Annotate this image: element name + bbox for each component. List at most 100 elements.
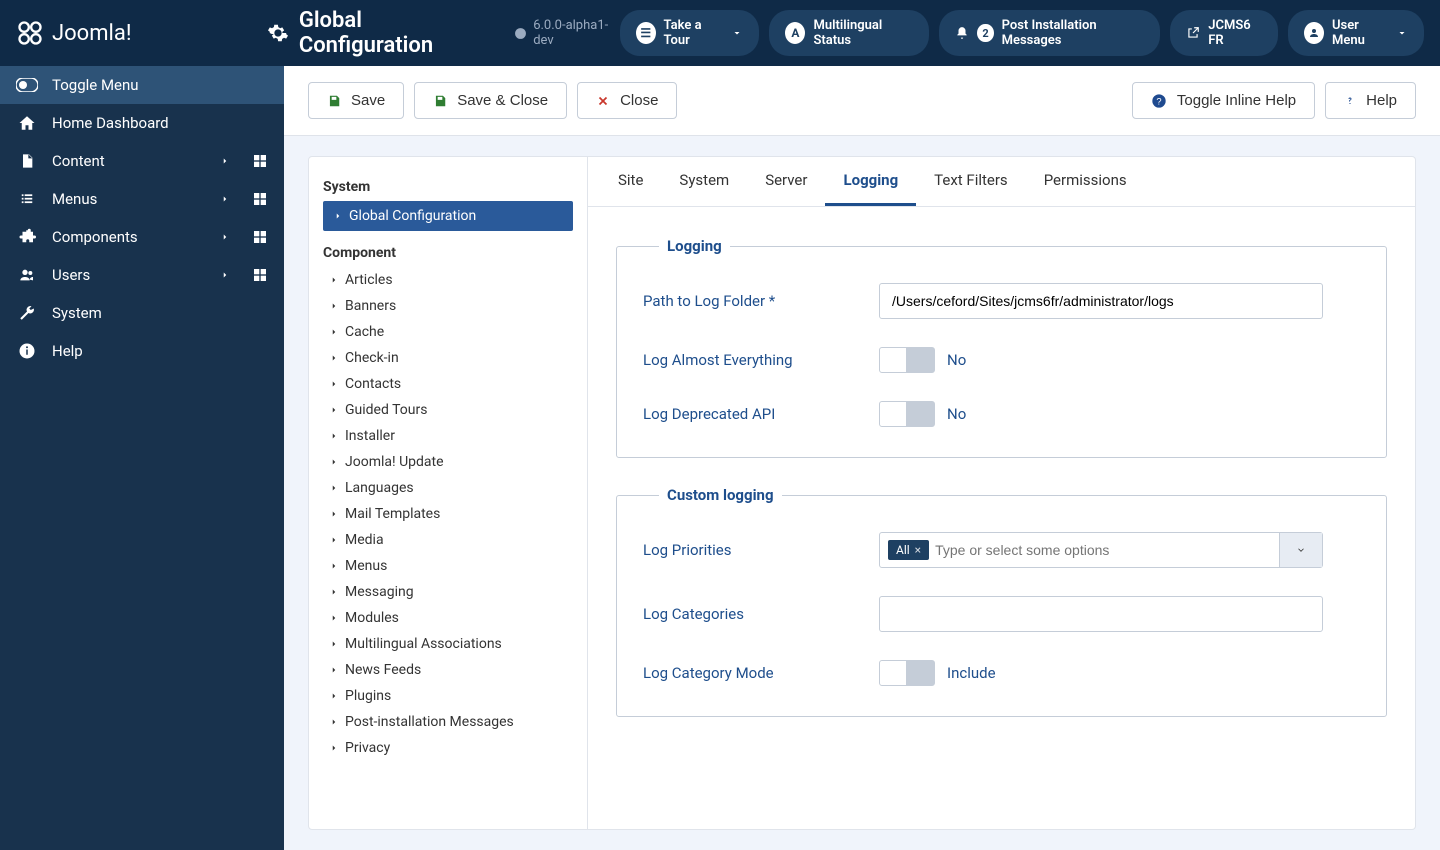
log-priorities-multiselect[interactable]: All × — [879, 532, 1323, 568]
custom-logging-legend: Custom logging — [659, 486, 782, 504]
component-nav-panel: System Global Configuration Component Ar… — [308, 156, 588, 830]
save-close-button[interactable]: Save & Close — [414, 82, 567, 119]
sidebar-item-menus[interactable]: Menus — [0, 180, 284, 218]
nav-item-media[interactable]: Media — [323, 527, 573, 553]
save-button[interactable]: Save — [308, 82, 404, 119]
post-install-messages-button[interactable]: 2 Post Installation Messages — [939, 10, 1160, 56]
nav-item-joomla-update[interactable]: Joomla! Update — [323, 449, 573, 475]
nav-item-cache[interactable]: Cache — [323, 319, 573, 345]
grid-icon[interactable] — [252, 229, 268, 245]
tab-permissions[interactable]: Permissions — [1026, 157, 1145, 206]
close-button[interactable]: Close — [577, 82, 677, 119]
nav-item-contacts[interactable]: Contacts — [323, 371, 573, 397]
nav-item-messaging[interactable]: Messaging — [323, 579, 573, 605]
log-categories-label: Log Categories — [643, 605, 879, 623]
sidebar-item-users[interactable]: Users — [0, 256, 284, 294]
tab-site[interactable]: Site — [600, 157, 661, 206]
nav-item-guided-tours[interactable]: Guided Tours — [323, 397, 573, 423]
tab-server[interactable]: Server — [747, 157, 825, 206]
nav-item-banners[interactable]: Banners — [323, 293, 573, 319]
chevron-right-icon — [220, 154, 230, 168]
sidebar-item-home[interactable]: Home Dashboard — [0, 104, 284, 142]
log-deprecated-value: No — [947, 405, 966, 423]
nav-item-multilingual-associations[interactable]: Multilingual Associations — [323, 631, 573, 657]
toggle-inline-help-button[interactable]: ? Toggle Inline Help — [1132, 82, 1315, 119]
config-tabs: SiteSystemServerLoggingText FiltersPermi… — [588, 157, 1415, 207]
nav-global-configuration[interactable]: Global Configuration — [323, 201, 573, 231]
take-tour-button[interactable]: ☰ Take a Tour — [620, 10, 759, 56]
nav-item-menus[interactable]: Menus — [323, 553, 573, 579]
chevron-right-icon — [329, 404, 339, 416]
help-button[interactable]: Help — [1325, 82, 1416, 119]
page-title: Global Configuration — [299, 8, 486, 58]
multilingual-status-button[interactable]: A Multilingual Status — [769, 10, 929, 56]
chevron-right-icon — [329, 352, 339, 364]
question-icon — [1344, 93, 1356, 109]
tag-remove-icon[interactable]: × — [915, 543, 921, 557]
multiselect-dropdown-button[interactable] — [1279, 533, 1322, 567]
grid-icon[interactable] — [252, 267, 268, 283]
chevron-right-icon — [329, 326, 339, 338]
logging-legend: Logging — [659, 237, 730, 255]
panel-heading-system: System — [323, 179, 573, 195]
sidebar-item-content[interactable]: Content — [0, 142, 284, 180]
nav-item-plugins[interactable]: Plugins — [323, 683, 573, 709]
nav-item-modules[interactable]: Modules — [323, 605, 573, 631]
header-actions: ☰ Take a Tour A Multilingual Status 2 Po… — [620, 10, 1424, 56]
log-categories-input[interactable] — [879, 596, 1323, 632]
chevron-down-icon — [731, 27, 743, 39]
log-everything-toggle[interactable] — [879, 347, 935, 373]
main-sidebar: Toggle Menu Home Dashboard Content Menus… — [0, 66, 284, 850]
info-icon — [16, 342, 38, 360]
nav-item-news-feeds[interactable]: News Feeds — [323, 657, 573, 683]
language-icon: A — [785, 22, 805, 44]
sidebar-item-help[interactable]: Help — [0, 332, 284, 370]
nav-item-privacy[interactable]: Privacy — [323, 735, 573, 761]
site-link-button[interactable]: JCMS6 FR — [1170, 10, 1278, 56]
nav-item-installer[interactable]: Installer — [323, 423, 573, 449]
grid-icon[interactable] — [252, 191, 268, 207]
page-title-wrap: Global Configuration 6.0.0-alpha1-dev — [267, 8, 620, 58]
brand-logo[interactable]: Joomla! — [16, 19, 267, 47]
nav-item-check-in[interactable]: Check-in — [323, 345, 573, 371]
chevron-right-icon — [329, 560, 339, 572]
config-tab-panel: SiteSystemServerLoggingText FiltersPermi… — [588, 156, 1416, 830]
path-to-log-input[interactable] — [879, 283, 1323, 319]
toggle-menu-button[interactable]: Toggle Menu — [0, 66, 284, 104]
user-icon — [1304, 22, 1324, 44]
log-category-mode-toggle[interactable] — [879, 660, 935, 686]
question-circle-icon: ? — [1151, 93, 1167, 109]
chevron-right-icon — [333, 210, 343, 222]
log-deprecated-toggle[interactable] — [879, 401, 935, 427]
nav-item-mail-templates[interactable]: Mail Templates — [323, 501, 573, 527]
chevron-right-icon — [329, 742, 339, 754]
tab-system[interactable]: System — [661, 157, 747, 206]
tab-text-filters[interactable]: Text Filters — [916, 157, 1026, 206]
action-toolbar: Save Save & Close Close ? Toggle Inline … — [284, 66, 1440, 136]
chevron-right-icon — [329, 690, 339, 702]
chevron-right-icon — [329, 612, 339, 624]
log-deprecated-label: Log Deprecated API — [643, 405, 879, 423]
nav-item-articles[interactable]: Articles — [323, 267, 573, 293]
user-menu-button[interactable]: User Menu — [1288, 10, 1424, 56]
log-priorities-label: Log Priorities — [643, 541, 879, 559]
tab-logging[interactable]: Logging — [825, 157, 916, 206]
nav-item-post-installation-messages[interactable]: Post-installation Messages — [323, 709, 573, 735]
chevron-down-icon — [1396, 27, 1408, 39]
sidebar-item-components[interactable]: Components — [0, 218, 284, 256]
priority-input[interactable] — [935, 542, 1273, 558]
grid-icon[interactable] — [252, 153, 268, 169]
map-icon: ☰ — [636, 22, 656, 44]
chevron-right-icon — [329, 716, 339, 728]
nav-item-languages[interactable]: Languages — [323, 475, 573, 501]
svg-text:?: ? — [1156, 96, 1161, 106]
sidebar-item-system[interactable]: System — [0, 294, 284, 332]
home-icon — [16, 114, 38, 132]
brand-name: Joomla! — [52, 21, 132, 46]
chevron-right-icon — [329, 274, 339, 286]
chevron-right-icon — [329, 586, 339, 598]
log-everything-value: No — [947, 351, 966, 369]
chevron-right-icon — [329, 664, 339, 676]
chevron-right-icon — [329, 300, 339, 312]
puzzle-icon — [16, 228, 38, 246]
